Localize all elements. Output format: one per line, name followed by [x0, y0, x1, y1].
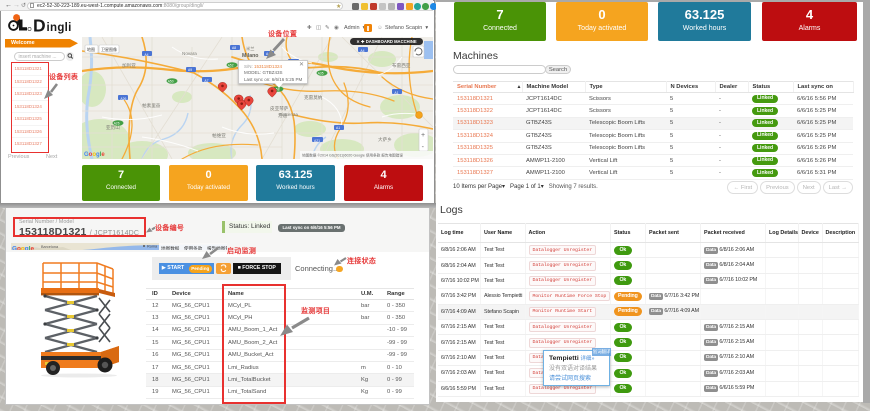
svg-text:米兰: 米兰	[246, 45, 254, 52]
svg-text:Novara: Novara	[182, 51, 197, 56]
svg-text:+: +	[421, 132, 425, 139]
svg-text:A9: A9	[188, 68, 192, 72]
svg-text:地图数据 ©2014 GS(2011)6020 Google: 地图数据 ©2014 GS(2011)6020 Google 使用条款 报告地图…	[302, 153, 403, 158]
svg-text:A8: A8	[232, 46, 236, 50]
svg-text:地图: 地图	[87, 46, 95, 52]
svg-text:皮亚琴萨: 皮亚琴萨	[270, 105, 289, 112]
svg-text:卫星图像: 卫星图像	[101, 46, 117, 52]
svg-text:A26: A26	[120, 97, 126, 101]
svg-text:D: D	[33, 16, 46, 35]
svg-text:A26: A26	[114, 122, 120, 126]
svg-text:A1: A1	[394, 91, 398, 95]
svg-text:Google: Google	[12, 246, 34, 250]
svg-text:A35: A35	[318, 72, 324, 76]
svg-text:A52: A52	[228, 64, 234, 68]
svg-text:布雷西亚: 布雷西亚	[392, 62, 411, 69]
svg-text:加利亚: 加利亚	[122, 62, 136, 69]
svg-text:A4: A4	[144, 53, 148, 57]
svg-text:A1: A1	[336, 126, 340, 130]
svg-text:Google: Google	[84, 152, 105, 158]
svg-text:Piacenza: Piacenza	[279, 112, 298, 117]
svg-text:A4: A4	[360, 49, 364, 53]
svg-text:A7: A7	[204, 79, 208, 83]
svg-text:帕素里奋: 帕素里奋	[142, 102, 161, 109]
svg-text:A50: A50	[168, 80, 174, 84]
svg-text:帕维亚: 帕维亚	[212, 132, 226, 139]
svg-text:Barcelona: Barcelona	[41, 245, 59, 249]
svg-text:克雷莫纳: 克雷莫纳	[304, 94, 323, 101]
svg-text:ingli: ingli	[47, 22, 72, 34]
svg-text:A21: A21	[314, 139, 320, 143]
svg-text:大萨乡: 大萨乡	[378, 136, 392, 143]
svg-text:Roma: Roma	[147, 245, 158, 249]
svg-text:Milano: Milano	[242, 53, 258, 59]
